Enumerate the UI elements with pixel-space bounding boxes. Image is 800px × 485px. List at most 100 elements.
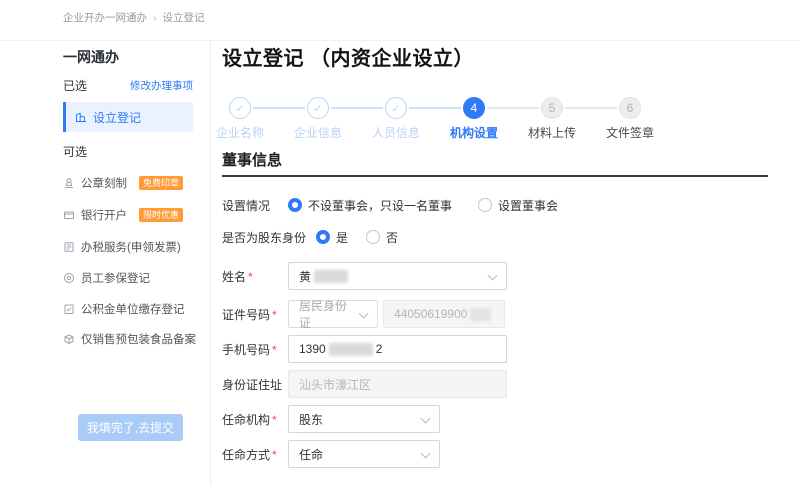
sidebar-selected-header: 已选 修改办理事项 — [63, 77, 193, 94]
id-number-row: 证件号码* 居民身份证 44050619900 — [222, 300, 505, 328]
chevron-down-icon — [421, 414, 431, 424]
sidebar-item-label: 银行开户 — [81, 207, 127, 223]
submit-button[interactable]: 我填完了,去提交 — [78, 414, 183, 441]
breadcrumb-home-link[interactable]: 企业开办一网通办 — [63, 10, 147, 25]
required-mark: * — [248, 270, 253, 284]
shareholder-row: 是否为股东身份 是 否 — [222, 229, 398, 245]
sidebar-item-bank-account[interactable]: 银行开户 限时优惠 — [63, 205, 211, 225]
step-connector — [565, 107, 617, 109]
radio-shareholder-no[interactable] — [366, 230, 380, 244]
invoice-icon — [63, 241, 75, 253]
free-seal-badge: 免费印章 — [139, 176, 183, 190]
id-type-value: 居民身份证 — [299, 297, 353, 331]
required-mark: * — [272, 413, 277, 427]
chevron-down-icon — [488, 271, 498, 281]
shareholder-label: 是否为股东身份 — [222, 229, 306, 246]
phone-label: 手机号码* — [222, 341, 288, 358]
header-divider — [0, 40, 800, 41]
modify-items-link[interactable]: 修改办理事项 — [130, 78, 193, 93]
selected-group-label: 已选 — [63, 77, 87, 94]
appoint-mode-row: 任命方式* 任命 — [222, 440, 440, 468]
id-address-label: 身份证住址 — [222, 376, 288, 393]
sidebar-item-label: 公积金单位缴存登记 — [81, 301, 185, 317]
chevron-down-icon — [421, 449, 431, 459]
id-address-value: 汕头市濠江区 — [299, 376, 371, 393]
page-title: 设立登记 （内资企业设立） — [222, 42, 474, 71]
step-circle-doc-signing: 6 — [619, 97, 641, 119]
appoint-org-label: 任命机构* — [222, 411, 288, 428]
appoint-mode-label: 任命方式* — [222, 446, 288, 463]
required-mark: * — [272, 308, 277, 322]
sidebar-item-label: 办税服务(申领发票) — [81, 239, 181, 255]
step-label-org-setup: 机构设置 — [442, 124, 506, 141]
board-setup-label: 设置情况 — [222, 197, 288, 214]
step-connector — [253, 107, 305, 109]
redacted-text — [329, 343, 373, 356]
optional-group-label: 可选 — [63, 143, 87, 160]
sidebar-item-food-record[interactable]: 仅销售预包装食品备案 — [63, 329, 211, 349]
step-circle-personnel-info[interactable]: ✓ — [385, 97, 407, 119]
sidebar-item-label: 仅销售预包装食品备案 — [81, 331, 196, 347]
step-label-personnel-info: 人员信息 — [364, 124, 428, 141]
phone-row: 手机号码* 1390 2 — [222, 335, 507, 363]
name-row: 姓名* 黄 — [222, 262, 507, 290]
radio-no-board[interactable] — [288, 198, 302, 212]
insurance-icon — [63, 272, 75, 284]
fund-registration-icon — [63, 303, 75, 315]
step-circle-org-setup[interactable]: 4 — [463, 97, 485, 119]
sidebar-item-housing-fund[interactable]: 公积金单位缴存登记 — [63, 299, 211, 319]
id-number-label: 证件号码* — [222, 306, 288, 323]
radio-shareholder-no-label[interactable]: 否 — [386, 229, 398, 246]
radio-shareholder-yes-label[interactable]: 是 — [336, 229, 348, 246]
id-number-value: 44050619900 — [394, 307, 467, 321]
bank-card-icon — [63, 209, 75, 221]
step-label-company-name: 企业名称 — [208, 124, 272, 141]
building-icon — [75, 111, 87, 123]
sidebar-item-label: 员工参保登记 — [81, 270, 150, 286]
section-title-directors: 董事信息 — [222, 149, 282, 170]
phone-value: 1390 — [299, 342, 326, 356]
section-underline — [222, 175, 768, 177]
name-label: 姓名* — [222, 268, 288, 285]
sidebar-item-label: 公章刻制 — [81, 175, 127, 191]
radio-with-board-label[interactable]: 设置董事会 — [498, 197, 558, 214]
step-label-doc-signing: 文件签章 — [598, 124, 662, 141]
chevron-down-icon — [359, 309, 369, 319]
step-circle-company-name[interactable]: ✓ — [229, 97, 251, 119]
step-label-company-info: 企业信息 — [286, 124, 350, 141]
required-mark: * — [272, 343, 277, 357]
stamp-icon — [63, 177, 75, 189]
id-type-select: 居民身份证 — [288, 300, 378, 328]
sidebar-item-label: 设立登记 — [93, 109, 141, 126]
sidebar-item-tax-service[interactable]: 办税服务(申领发票) — [63, 237, 211, 257]
breadcrumb-separator: › — [153, 12, 157, 24]
sidebar-item-employee-insurance[interactable]: 员工参保登记 — [63, 268, 211, 288]
sidebar-item-seal-engraving[interactable]: 公章刻制 免费印章 — [63, 173, 211, 193]
phone-input[interactable]: 1390 2 — [288, 335, 507, 363]
id-number-input: 44050619900 — [383, 300, 505, 328]
step-circle-material-upload: 5 — [541, 97, 563, 119]
id-address-row: 身份证住址 汕头市濠江区 — [222, 370, 507, 398]
name-value: 黄 — [299, 268, 311, 285]
radio-no-board-label[interactable]: 不设董事会，只设一名董事 — [308, 197, 452, 214]
required-mark: * — [272, 448, 277, 462]
appoint-mode-value: 任命 — [299, 446, 323, 463]
breadcrumb-current: 设立登记 — [163, 10, 205, 25]
step-connector — [331, 107, 383, 109]
appoint-org-value: 股东 — [299, 411, 323, 428]
sidebar-title: 一网通办 — [63, 47, 119, 67]
board-setup-row: 设置情况 不设董事会，只设一名董事 设置董事会 — [222, 197, 558, 213]
sidebar-item-establish-registration[interactable]: 设立登记 — [63, 102, 193, 132]
appoint-org-row: 任命机构* 股东 — [222, 405, 440, 433]
phone-suffix: 2 — [376, 342, 383, 356]
id-address-input: 汕头市濠江区 — [288, 370, 507, 398]
appoint-mode-select[interactable]: 任命 — [288, 440, 440, 468]
step-circle-company-info[interactable]: ✓ — [307, 97, 329, 119]
name-select[interactable]: 黄 — [288, 262, 507, 290]
stepper: ✓ ✓ ✓ 4 5 6 企业名称 企业信息 人员信息 机构设置 材料上传 文件签… — [222, 97, 662, 139]
step-connector — [409, 107, 461, 109]
radio-shareholder-yes[interactable] — [316, 230, 330, 244]
radio-with-board[interactable] — [478, 198, 492, 212]
step-connector — [487, 107, 539, 109]
appoint-org-select[interactable]: 股东 — [288, 405, 440, 433]
